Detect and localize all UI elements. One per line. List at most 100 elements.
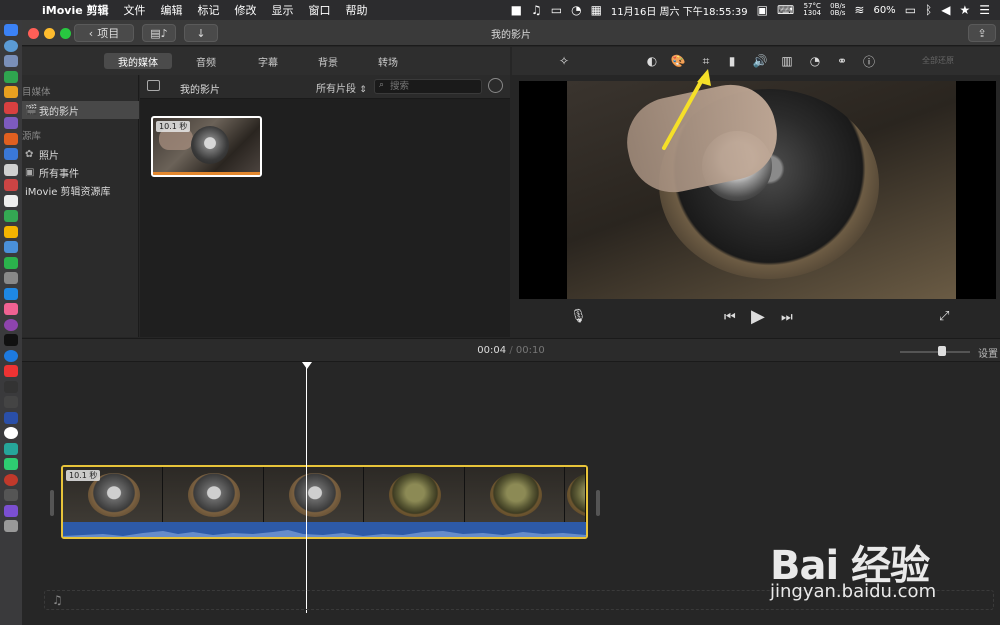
music-status-icon[interactable]: ♫ [531,3,542,17]
sidebar-toggle-icon[interactable] [147,80,160,91]
preview-app-icon[interactable] [4,194,18,207]
menu-window[interactable]: 窗口 [309,2,331,18]
equalizer-icon[interactable]: ▥ [779,53,795,69]
menu-modify[interactable]: 修改 [235,2,257,18]
app-store-icon[interactable] [4,349,18,362]
terminal-app-icon[interactable] [4,380,18,393]
timeline-left-handle[interactable] [50,490,54,516]
firefox-app-icon[interactable] [4,132,18,145]
clip-filter-select[interactable]: 所有片段 ⇕ [316,80,367,95]
timeline-clip[interactable]: 10.1 秒 [61,465,588,539]
color-palette-icon[interactable]: 🎨 [670,53,686,69]
clip-filter-icon[interactable]: ⚭ [834,53,850,69]
microphone-icon[interactable]: 🎙 [570,309,587,324]
menubar-datetime[interactable]: 11月16日 周六 下午18:55:39 [611,3,748,18]
activity-monitor-app-icon[interactable] [4,396,18,408]
wechat-app-icon[interactable] [4,70,18,83]
search-input[interactable] [390,80,478,93]
imovie-app-icon[interactable] [4,504,18,517]
control-center-icon[interactable]: ☰ [979,3,990,17]
weibo-app-icon[interactable] [4,473,18,486]
skip-forward-icon[interactable]: ⏭ [781,310,793,325]
notes-app-icon[interactable] [4,163,18,176]
vpn-app-icon[interactable] [4,411,18,424]
play-icon[interactable]: ▶ [751,306,765,327]
playhead-marker[interactable] [302,362,312,369]
bear-status-icon[interactable]: ■ [511,3,522,17]
chrome-app-icon[interactable] [4,86,18,98]
reset-all-button[interactable]: 全部还原 [922,55,954,66]
tab-backgrounds[interactable]: 背景 [304,53,352,69]
trash-icon[interactable] [4,520,18,532]
menu-app-name[interactable]: iMovie 剪辑 [42,2,109,18]
timeline-right-handle[interactable] [596,490,600,516]
gear-icon[interactable] [488,78,503,93]
volume-icon[interactable]: ◀ [941,3,950,17]
vivaldi-app-icon[interactable] [4,365,18,377]
screen-status-icon[interactable]: ▣ [757,3,768,17]
system-prefs-app-icon[interactable] [4,272,18,284]
info-icon[interactable]: ⓘ [861,53,877,69]
bluetooth-icon[interactable]: ᛒ [925,3,932,17]
safari-app-icon[interactable] [4,39,18,52]
zoom-slider-knob[interactable] [938,346,946,356]
tab-transitions[interactable]: 转场 [364,53,412,69]
qq-app-icon[interactable] [4,241,18,253]
search-field[interactable]: ⌕ [374,79,482,94]
menu-help[interactable]: 帮助 [346,2,368,18]
mail-app-icon[interactable] [4,148,18,160]
keynote-app-icon[interactable] [4,287,18,300]
photos-app-icon[interactable] [4,117,18,129]
launchpad-app-icon[interactable] [4,55,18,67]
crop-icon[interactable]: ⌗ [698,53,714,69]
menu-view[interactable]: 显示 [272,2,294,18]
sidebar-item-photos[interactable]: ✿ 照片 [22,145,139,163]
playhead[interactable] [306,363,307,613]
audio-waveform[interactable] [63,522,586,537]
browser-title: 我的影片 [180,85,220,96]
itunes-app-icon[interactable] [4,303,18,315]
menu-edit[interactable]: 编辑 [161,2,183,18]
tv-app-icon[interactable] [4,334,18,346]
volume-icon[interactable]: 🔊 [752,53,768,69]
tab-audio[interactable]: 音频 [182,53,230,69]
calendar-status-icon[interactable]: ▦ [591,3,602,17]
timeline-settings-button[interactable]: 设置 [978,345,998,360]
finder-app-icon[interactable] [4,24,18,36]
speed-icon[interactable]: ◔ [807,53,823,69]
menu-mark[interactable]: 标记 [198,2,220,18]
menu-file[interactable]: 文件 [124,2,146,18]
calendar-app-icon[interactable] [4,179,18,191]
sidebar-item-all-events[interactable]: ▣ 所有事件 [22,163,139,181]
clapper-app-icon[interactable] [4,489,18,501]
display-status-icon[interactable]: ▭ [551,3,562,17]
messages-app-icon[interactable] [4,256,18,269]
tab-titles[interactable]: 字幕 [244,53,292,69]
cpu-stats: 57°C 1304 [803,3,821,17]
evernote-app-icon[interactable] [4,442,18,455]
share-button[interactable]: ⇪ [968,24,996,42]
wifi-icon[interactable]: ≋ [854,3,864,17]
wechat2-app-icon[interactable] [4,458,18,470]
photo-booth-app-icon[interactable] [4,225,18,238]
clock-status-icon[interactable]: ◔ [571,3,581,17]
window-titlebar: ‹ 项目 ▤♪ ↓ 我的影片 ⇪ [22,20,1000,46]
netease-music-app-icon[interactable] [4,101,18,114]
tab-my-media[interactable]: 我的媒体 [104,53,172,69]
battery-icon[interactable]: ▭ [905,3,916,17]
sidebar-item-my-movie[interactable]: 🎬 我的影片 [22,101,139,119]
yandex-app-icon[interactable] [4,427,18,439]
fullscreen-icon[interactable]: ⤢ [939,309,949,324]
stabilization-camera-icon[interactable]: ▮ [724,53,740,69]
zoom-slider[interactable] [900,346,970,356]
color-balance-icon[interactable]: ◐ [644,53,660,69]
magic-wand-icon[interactable]: ✧ [556,53,572,69]
sidebar-item-library[interactable]: iMovie 剪辑资源库 [22,181,139,199]
browser-clip-thumbnail[interactable]: 10.1 秒 [151,116,262,177]
keyboard-status-icon[interactable]: ⌨ [777,3,794,17]
podcasts-app-icon[interactable] [4,318,18,331]
star-icon[interactable]: ★ [959,3,970,17]
maps-app-icon[interactable] [4,210,18,222]
skip-back-icon[interactable]: ⏮ [724,310,736,325]
battery-percent[interactable]: 60% [873,5,895,16]
